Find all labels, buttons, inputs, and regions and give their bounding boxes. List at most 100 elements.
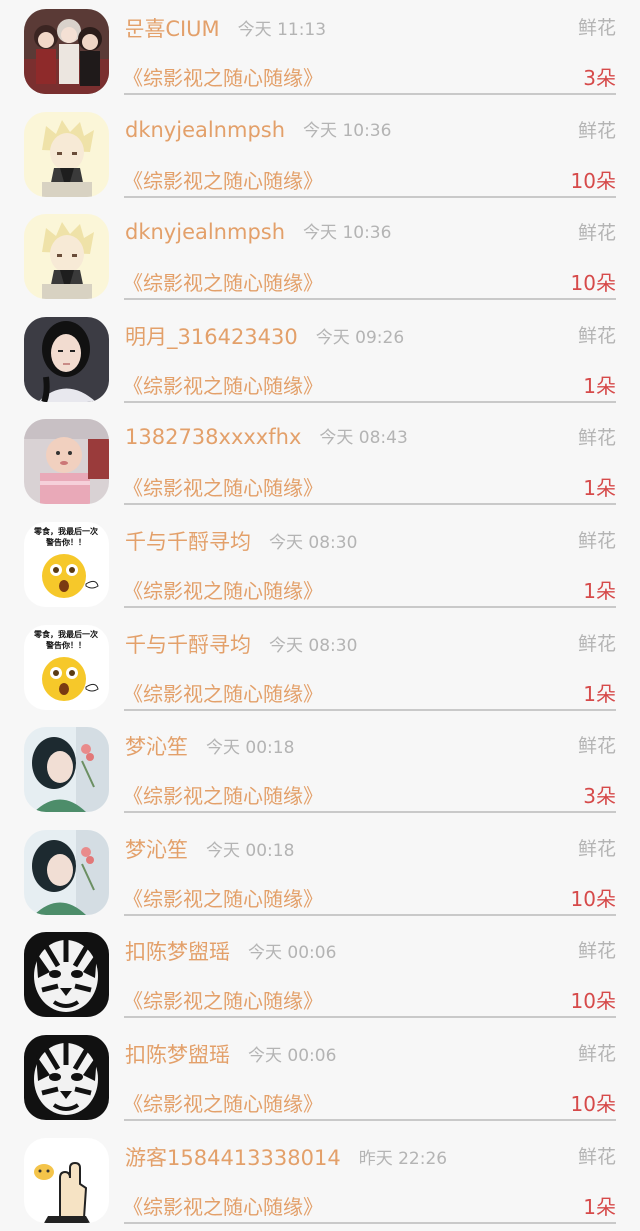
gift-type: 鲜花 bbox=[577, 735, 616, 758]
user-name-text[interactable]: dknyjealnmpsh bbox=[125, 118, 285, 142]
book-title-link[interactable]: 《综影视之随心随缘》 bbox=[123, 370, 323, 399]
gift-record-row[interactable]: dknyjealnmpsh 今天 10:36 鲜花 《综影视之随心随缘》 10朵 bbox=[0, 103, 640, 206]
gift-type: 鲜花 bbox=[577, 427, 616, 450]
user-name-text[interactable]: 千与千酹寻均 bbox=[125, 530, 251, 554]
baby-photo-avatar[interactable] bbox=[24, 419, 109, 505]
gift-type: 鲜花 bbox=[577, 1042, 616, 1065]
book-title-link[interactable]: 《综影视之随心随缘》 bbox=[123, 780, 323, 809]
user-name-text[interactable]: 明月_316423430 bbox=[125, 325, 298, 349]
row-divider bbox=[124, 1016, 616, 1019]
emoji-meme-avatar[interactable]: 零食，我最后一次 警告你！！ bbox=[24, 624, 109, 710]
user-name[interactable]: 扣陈梦盥瑶 今天 00:06 bbox=[125, 1039, 336, 1069]
gift-record-row[interactable]: dknyjealnmpsh 今天 10:36 鲜花 《综影视之随心随缘》 10朵 bbox=[0, 205, 640, 308]
gift-count: 1朵 bbox=[583, 1194, 616, 1219]
user-name[interactable]: dknyjealnmpsh 今天 10:36 bbox=[125, 218, 391, 244]
user-name-text[interactable]: 1382738xxxxfhx bbox=[125, 425, 301, 449]
book-title-link[interactable]: 《综影视之随心随缘》 bbox=[123, 267, 323, 296]
row-divider bbox=[124, 503, 616, 506]
gift-count: 3朵 bbox=[583, 66, 616, 90]
svg-text:警告你！！: 警告你！！ bbox=[45, 537, 86, 547]
row-divider bbox=[124, 913, 616, 916]
book-title-link[interactable]: 《综影视之随心随缘》 bbox=[123, 985, 323, 1014]
gift-count: 10朵 bbox=[570, 886, 616, 911]
user-name[interactable]: dknyjealnmpsh 今天 10:36 bbox=[125, 116, 391, 142]
timestamp: 今天 08:30 bbox=[269, 532, 358, 553]
user-name[interactable]: 明月_316423430 今天 09:26 bbox=[125, 321, 404, 351]
book-title-link[interactable]: 《综影视之随心随缘》 bbox=[123, 472, 323, 501]
book-title-link[interactable]: 《综影视之随心随缘》 bbox=[123, 1191, 323, 1220]
gift-type: 鲜花 bbox=[577, 940, 616, 963]
book-title-link[interactable]: 《综影视之随心随缘》 bbox=[123, 575, 323, 604]
book-title-link[interactable]: 《综影视之随心随缘》 bbox=[123, 883, 323, 912]
user-name[interactable]: 扣陈梦盥瑶 今天 00:06 bbox=[125, 936, 336, 966]
gift-record-list: 문喜CIUM 今天 11:13 鲜花 《综影视之随心随缘》 3朵 dknyjealnmp… bbox=[0, 0, 640, 1231]
gift-count: 1朵 bbox=[583, 681, 616, 706]
user-name[interactable]: 千与千酹寻均 今天 08:30 bbox=[125, 629, 357, 659]
timestamp: 昨天 22:26 bbox=[358, 1148, 448, 1169]
user-name[interactable]: 游客1584413338014 昨天 22:26 bbox=[125, 1142, 447, 1172]
gift-record-row[interactable]: 문喜CIUM 今天 11:13 鲜花 《综影视之随心随缘》 3朵 bbox=[0, 0, 640, 103]
row-divider bbox=[124, 811, 616, 814]
gift-count: 1朵 bbox=[583, 578, 616, 603]
user-name[interactable]: 千与千酹寻均 今天 08:30 bbox=[125, 526, 357, 556]
gift-record-row[interactable]: 游客1584413338014 昨天 22:26 鲜花《综影视之随心随缘》 1朵 bbox=[0, 1129, 640, 1231]
gift-count: 1朵 bbox=[583, 476, 616, 501]
hand-cartoon-avatar[interactable] bbox=[24, 1137, 109, 1223]
user-name-text[interactable]: 千与千酹寻均 bbox=[125, 633, 251, 657]
timestamp: 今天 10:36 bbox=[303, 120, 392, 141]
woman-flower-avatar[interactable] bbox=[24, 727, 109, 813]
timestamp: 今天 11:13 bbox=[237, 20, 327, 40]
user-name-text[interactable]: 梦沁笙 bbox=[125, 838, 188, 862]
gift-record-row[interactable]: 零食，我最后一次 警告你！！ 千与千酹寻均 今天 08:30 鲜花《综影视之随心随缘… bbox=[0, 616, 640, 719]
gift-record-row[interactable]: 1382738xxxxfhx 今天 08:43 鲜花《综影视之随心随缘》 1朵 bbox=[0, 410, 640, 513]
book-title-link[interactable]: 《综影视之随心随缘》 bbox=[123, 678, 323, 707]
anime-boy-avatar[interactable] bbox=[24, 214, 109, 300]
book-title-link[interactable]: 《综影视之随心随缘》 bbox=[123, 62, 323, 91]
timestamp: 今天 00:18 bbox=[206, 840, 295, 861]
gift-record-row[interactable]: 扣陈梦盥瑶 今天 00:06 鲜花《综影视之随心随缘》 10朵 bbox=[0, 1026, 640, 1129]
user-name-text[interactable]: 문喜CIUM bbox=[125, 17, 220, 41]
girl-photo-avatar[interactable] bbox=[24, 316, 109, 402]
timestamp: 今天 00:06 bbox=[248, 1045, 337, 1066]
timestamp: 今天 00:06 bbox=[248, 943, 337, 964]
user-name-text[interactable]: 扣陈梦盥瑶 bbox=[125, 1043, 230, 1067]
gift-record-row[interactable]: 梦沁笙 今天 00:18 鲜花《综影视之随心随缘》 3朵 bbox=[0, 718, 640, 821]
gift-count: 10朵 bbox=[570, 271, 616, 296]
timestamp: 今天 09:26 bbox=[315, 327, 405, 348]
gift-type: 鲜花 bbox=[577, 632, 616, 655]
book-title-link[interactable]: 《综影视之随心随缘》 bbox=[123, 165, 323, 194]
svg-text:零食，我最后一次: 零食，我最后一次 bbox=[33, 629, 98, 639]
anime-boy-avatar[interactable] bbox=[24, 111, 109, 197]
book-title-link[interactable]: 《综影视之随心随缘》 bbox=[123, 1088, 323, 1117]
user-name[interactable]: 1382738xxxxfhx 今天 08:43 bbox=[125, 423, 408, 449]
row-divider bbox=[124, 195, 616, 198]
gift-count: 10朵 bbox=[570, 1091, 616, 1116]
timestamp: 今天 08:43 bbox=[319, 428, 408, 449]
row-divider bbox=[124, 93, 616, 95]
timestamp: 今天 08:30 bbox=[269, 635, 358, 656]
row-divider bbox=[124, 1118, 616, 1121]
user-name[interactable]: 梦沁笙 今天 00:18 bbox=[125, 834, 294, 864]
user-name[interactable]: 梦沁笙 今天 00:18 bbox=[125, 731, 294, 761]
tiger-avatar[interactable] bbox=[24, 1034, 109, 1120]
tiger-avatar[interactable] bbox=[24, 932, 109, 1018]
svg-text:零食，我最后一次: 零食，我最后一次 bbox=[33, 526, 98, 536]
user-name-text[interactable]: 游客1584413338014 bbox=[125, 1146, 341, 1170]
gift-count: 10朵 bbox=[570, 989, 616, 1014]
gift-count: 1朵 bbox=[583, 373, 616, 398]
user-name[interactable]: 문喜CIUM 今天 11:13 bbox=[125, 13, 326, 43]
user-name-text[interactable]: 扣陈梦盥瑶 bbox=[125, 940, 230, 964]
gift-type: 鲜花 bbox=[577, 1145, 616, 1168]
woman-flower-avatar[interactable] bbox=[24, 829, 109, 915]
gift-count: 3朵 bbox=[583, 784, 616, 809]
emoji-meme-avatar[interactable]: 零食，我最后一次 警告你！！ bbox=[24, 521, 109, 607]
timestamp: 今天 10:36 bbox=[303, 223, 392, 244]
svg-text:警告你！！: 警告你！！ bbox=[45, 640, 86, 650]
gift-record-row[interactable]: 扣陈梦盥瑶 今天 00:06 鲜花《综影视之随心随缘》 10朵 bbox=[0, 923, 640, 1026]
user-name-text[interactable]: dknyjealnmpsh bbox=[125, 220, 285, 244]
gift-record-row[interactable]: 梦沁笙 今天 00:18 鲜花 《综影视之随心随缘》 10朵 bbox=[0, 821, 640, 924]
anime-group-avatar[interactable] bbox=[24, 9, 109, 94]
user-name-text[interactable]: 梦沁笙 bbox=[125, 735, 188, 759]
gift-record-row[interactable]: 明月_316423430 今天 09:26 鲜花 《综影视之随心随缘》 1朵 bbox=[0, 308, 640, 411]
gift-record-row[interactable]: 零食，我最后一次 警告你！！ 千与千酹寻均 今天 08:30 鲜花 《综影视之随心随缘… bbox=[0, 513, 640, 616]
